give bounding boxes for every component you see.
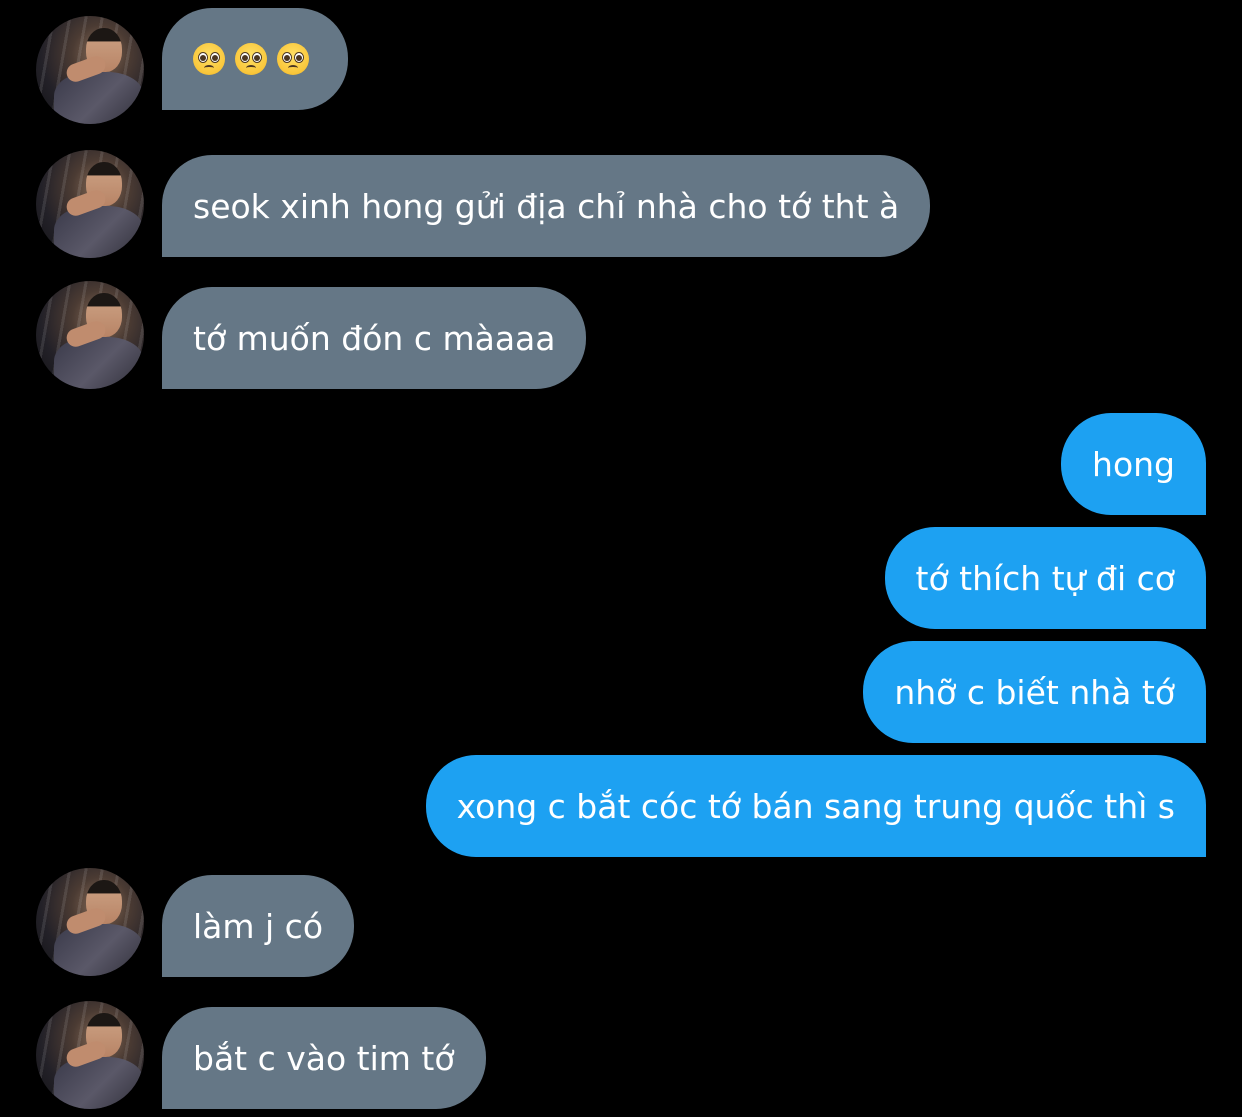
contact-avatar[interactable]	[36, 1001, 144, 1109]
message-text: bắt c vào tim tớ	[193, 1038, 455, 1078]
incoming-message-bubble[interactable]: seok xinh hong gửi địa chỉ nhà cho tớ th…	[162, 155, 931, 257]
incoming-message-bubble[interactable]: 🥺🥺🥺	[162, 8, 348, 110]
message-text: nhỡ c biết nhà tớ	[894, 672, 1175, 712]
pleading-face-emoji-icon	[193, 43, 225, 75]
contact-avatar[interactable]	[36, 16, 144, 124]
message-text: xong c bắt cóc tớ bán sang trung quốc th…	[456, 786, 1175, 826]
incoming-message-bubble[interactable]: bắt c vào tim tớ	[162, 1007, 486, 1109]
emoji-row	[193, 43, 309, 75]
message-text: hong	[1092, 444, 1175, 484]
outgoing-message-bubble[interactable]: xong c bắt cóc tớ bán sang trung quốc th…	[425, 755, 1206, 857]
contact-avatar[interactable]	[36, 868, 144, 976]
incoming-message-bubble[interactable]: làm j có	[162, 875, 355, 977]
pleading-face-emoji-icon	[277, 43, 309, 75]
pleading-face-emoji-icon	[235, 43, 267, 75]
contact-avatar[interactable]	[36, 281, 144, 389]
outgoing-message-bubble[interactable]: tớ thích tự đi cơ	[884, 527, 1206, 629]
outgoing-message-bubble[interactable]: hong	[1061, 413, 1206, 515]
message-text: tớ muốn đón c màaaa	[193, 318, 556, 358]
contact-avatar[interactable]	[36, 150, 144, 258]
message-text: làm j có	[193, 906, 324, 946]
outgoing-message-bubble[interactable]: nhỡ c biết nhà tớ	[863, 641, 1206, 743]
incoming-message-bubble[interactable]: tớ muốn đón c màaaa	[162, 287, 587, 389]
message-text: seok xinh hong gửi địa chỉ nhà cho tớ th…	[193, 186, 900, 226]
message-text: tớ thích tự đi cơ	[915, 558, 1175, 598]
